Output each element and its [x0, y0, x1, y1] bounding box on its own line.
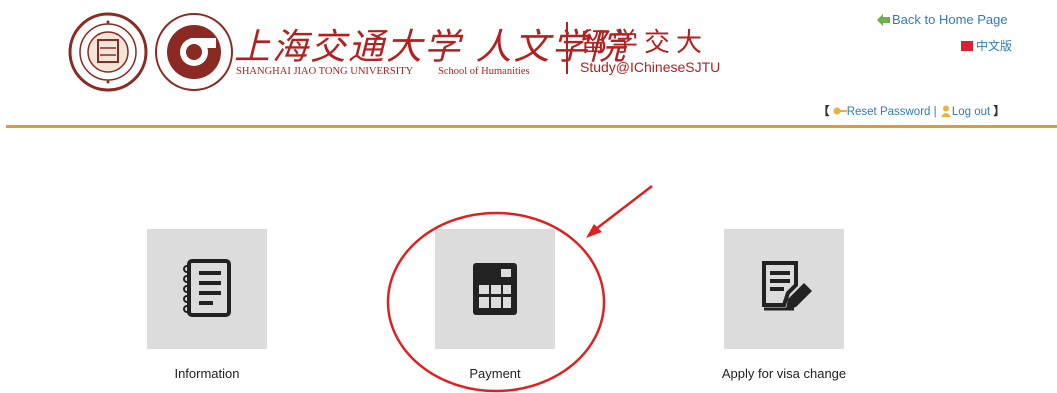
visa-change-tile[interactable]: [724, 229, 844, 349]
calculator-icon: [473, 263, 517, 315]
back-arrow-icon: [877, 14, 890, 26]
reset-password-link[interactable]: Reset Password: [833, 106, 934, 118]
arrow-head-icon: [586, 224, 602, 238]
notebook-icon: [183, 259, 231, 317]
log-out-link[interactable]: Log out: [940, 105, 994, 118]
study-title-zh: 留学交大: [580, 28, 709, 58]
divider: [566, 22, 568, 74]
payment-tile[interactable]: [435, 229, 555, 349]
account-links: 【 Reset Password | Log out 】: [818, 105, 1005, 118]
edit-document-icon: [762, 261, 812, 311]
information-label[interactable]: Information: [147, 366, 267, 381]
university-calligraphy-logo: 上海交通大学 人文学院: [234, 27, 628, 68]
payment-label[interactable]: Payment: [435, 366, 555, 381]
header-divider-line: [6, 125, 1057, 128]
information-tile[interactable]: [147, 229, 267, 349]
house-icon: [961, 41, 973, 51]
pointer-arrow: [591, 185, 653, 233]
study-title-en: Study@IChineseSJTU: [580, 59, 721, 75]
site-header: 上海交通大学 人文学院 SHANGHAI JIAO TONG UNIVERSIT…: [0, 0, 1057, 128]
school-seal-logo: [155, 13, 233, 91]
school-name-en: School of Humanities: [438, 66, 530, 77]
back-home-link[interactable]: Back to Home Page: [877, 12, 1008, 27]
visa-change-label[interactable]: Apply for visa change: [684, 366, 884, 381]
university-name-en: SHANGHAI JIAO TONG UNIVERSITY: [236, 66, 414, 77]
key-icon: [833, 107, 847, 115]
university-seal-logo: [68, 12, 148, 92]
user-icon: [940, 105, 951, 117]
chinese-version-link[interactable]: 中文版: [961, 37, 1012, 54]
